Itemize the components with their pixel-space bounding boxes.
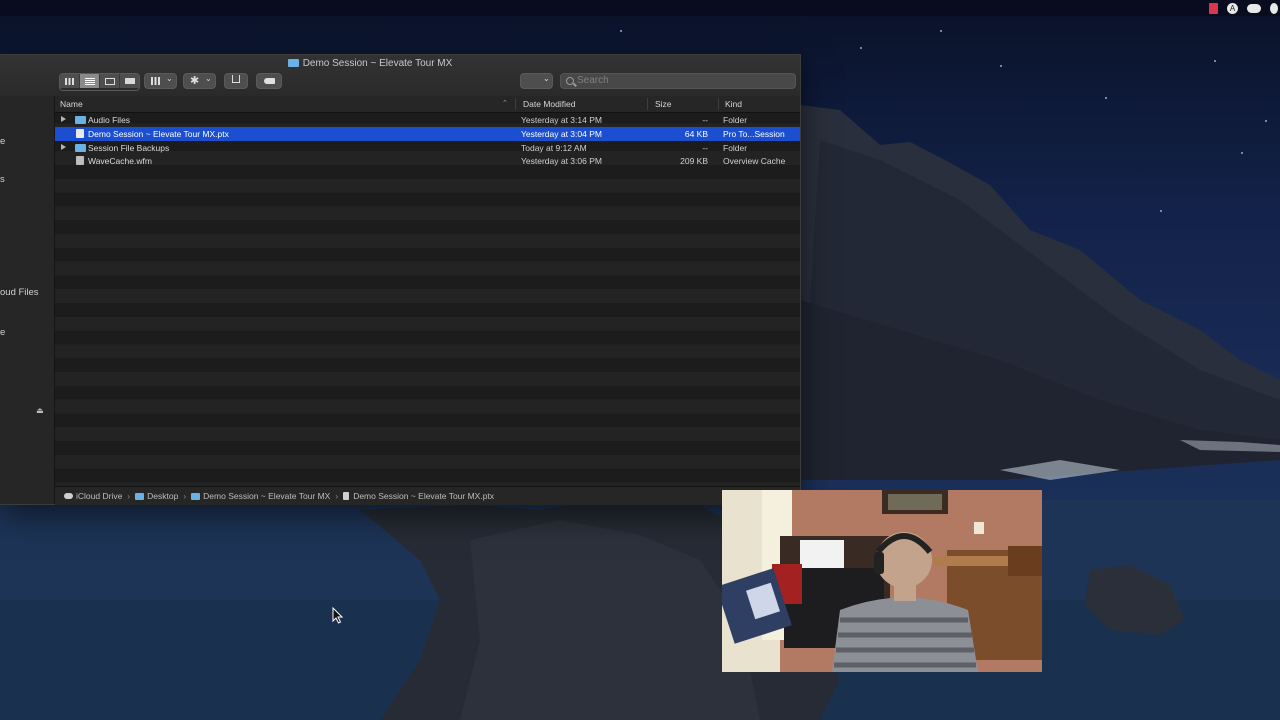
chevron-right-icon: › — [183, 491, 187, 501]
gear-icon: ✱ — [190, 75, 200, 87]
folder-icon — [135, 492, 145, 500]
list-item-session-file-backups[interactable]: Session File Backups Today at 9:12 AM --… — [55, 141, 800, 155]
webcam-person-image — [722, 490, 1042, 672]
file-size: -- — [702, 142, 708, 153]
finder-sidebar: e s oud Files e ⏏ — [0, 96, 55, 504]
search-placeholder: Search — [577, 75, 609, 86]
file-name: WaveCache.wfm — [88, 156, 152, 167]
file-name: Audio Files — [88, 115, 131, 125]
file-size: -- — [702, 115, 708, 125]
file-kind: Folder — [723, 115, 748, 125]
chevron-down-icon: ⌄ — [205, 74, 212, 83]
column-view-button[interactable] — [100, 74, 120, 88]
share-icon — [232, 75, 240, 83]
list-item-audio-files[interactable]: Audio Files Yesterday at 3:14 PM -- Fold… — [55, 113, 800, 127]
sort-dropdown[interactable]: ⌄ — [520, 73, 553, 89]
document-icon — [76, 156, 84, 166]
folder-icon — [287, 59, 299, 67]
file-name: Session File Backups — [88, 142, 170, 153]
finder-window: Demo Session ~ Elevate Tour MX ⌄ ✱ ⌄ ⌄ S… — [0, 54, 801, 505]
window-title: Demo Session ~ Elevate Tour MX — [0, 58, 740, 69]
folder-icon — [191, 492, 201, 500]
file-size: 209 KB — [680, 156, 708, 167]
folder-icon — [75, 116, 86, 124]
list-item-session-file[interactable]: Demo Session ~ Elevate Tour MX.ptx Yeste… — [55, 126, 800, 141]
list-header: Name ⌃ Date Modified Size Kind — [55, 96, 800, 113]
pro-tools-document-icon — [76, 128, 84, 138]
file-size: 64 KB — [684, 128, 708, 139]
file-date: Today at 9:12 AM — [521, 142, 587, 153]
column-header-date-modified[interactable]: Date Modified — [523, 99, 575, 109]
file-kind: Pro To...Session — [723, 128, 785, 139]
chevron-down-icon: ⌄ — [166, 74, 173, 83]
column-divider[interactable] — [647, 98, 648, 110]
chevron-right-icon: › — [335, 491, 339, 501]
file-date: Yesterday at 3:06 PM — [521, 156, 602, 167]
list-item-wavecache[interactable]: WaveCache.wfm Yesterday at 3:06 PM 209 K… — [55, 154, 800, 168]
tag-icon — [264, 78, 275, 84]
action-menu-button[interactable]: ✱ ⌄ — [183, 73, 216, 89]
share-button[interactable] — [224, 73, 248, 89]
sidebar-item-icloud-files[interactable]: oud Files — [0, 287, 39, 298]
path-bar: iCloud Drive › Desktop › Demo Session ~ … — [55, 486, 800, 505]
path-item-desktop[interactable]: Desktop — [135, 491, 178, 501]
column-header-kind[interactable]: Kind — [725, 99, 742, 109]
column-divider[interactable] — [718, 98, 719, 110]
search-icon — [566, 77, 574, 85]
document-icon — [343, 492, 350, 500]
column-header-size[interactable]: Size — [655, 99, 672, 109]
gallery-view-button[interactable] — [120, 74, 139, 88]
icon-view-button[interactable] — [60, 74, 80, 88]
search-field[interactable]: Search — [560, 73, 796, 89]
file-date: Yesterday at 3:14 PM — [521, 115, 602, 125]
file-name: Demo Session ~ Elevate Tour MX.ptx — [88, 128, 229, 139]
cloud-icon — [64, 493, 73, 499]
column-header-name[interactable]: Name — [60, 99, 83, 109]
path-item-session-folder[interactable]: Demo Session ~ Elevate Tour MX — [191, 491, 330, 501]
group-by-button[interactable]: ⌄ — [144, 73, 177, 89]
cloud-upload-icon[interactable] — [1247, 3, 1261, 13]
sidebar-item-label[interactable]: e — [0, 136, 5, 147]
path-item-session-file[interactable]: Demo Session ~ Elevate Tour MX.ptx — [343, 491, 494, 501]
folder-icon — [75, 143, 86, 152]
status-menu-icon[interactable] — [1270, 2, 1278, 14]
menu-bar: A — [0, 0, 1280, 16]
eject-icon[interactable]: ⏏ — [36, 406, 44, 415]
mouse-cursor-icon — [332, 607, 344, 624]
file-list: Name ⌃ Date Modified Size Kind Audio Fil… — [55, 96, 800, 486]
finder-toolbar: Demo Session ~ Elevate Tour MX ⌄ ✱ ⌄ ⌄ S… — [0, 55, 800, 97]
chevron-down-icon: ⌄ — [543, 74, 550, 83]
file-kind: Overview Cache — [723, 156, 786, 167]
account-icon[interactable]: A — [1227, 2, 1238, 14]
grid-icon — [151, 77, 161, 85]
column-divider[interactable] — [515, 98, 516, 110]
disclosure-triangle-icon[interactable] — [61, 116, 66, 122]
status-app-icon[interactable] — [1209, 2, 1218, 14]
chevron-right-icon: › — [127, 491, 131, 501]
file-kind: Folder — [723, 142, 748, 153]
sort-ascending-icon: ⌃ — [502, 100, 508, 107]
path-item-icloud-drive[interactable]: iCloud Drive — [64, 491, 122, 501]
disclosure-triangle-icon[interactable] — [61, 143, 66, 150]
file-date: Yesterday at 3:04 PM — [521, 128, 602, 139]
webcam-overlay — [722, 490, 1042, 672]
view-mode-segmented-control[interactable] — [59, 73, 140, 91]
tags-button[interactable] — [256, 73, 282, 89]
sidebar-item-label[interactable]: s — [0, 174, 5, 185]
sidebar-item-label[interactable]: e — [0, 327, 5, 338]
list-view-button[interactable] — [80, 74, 100, 88]
